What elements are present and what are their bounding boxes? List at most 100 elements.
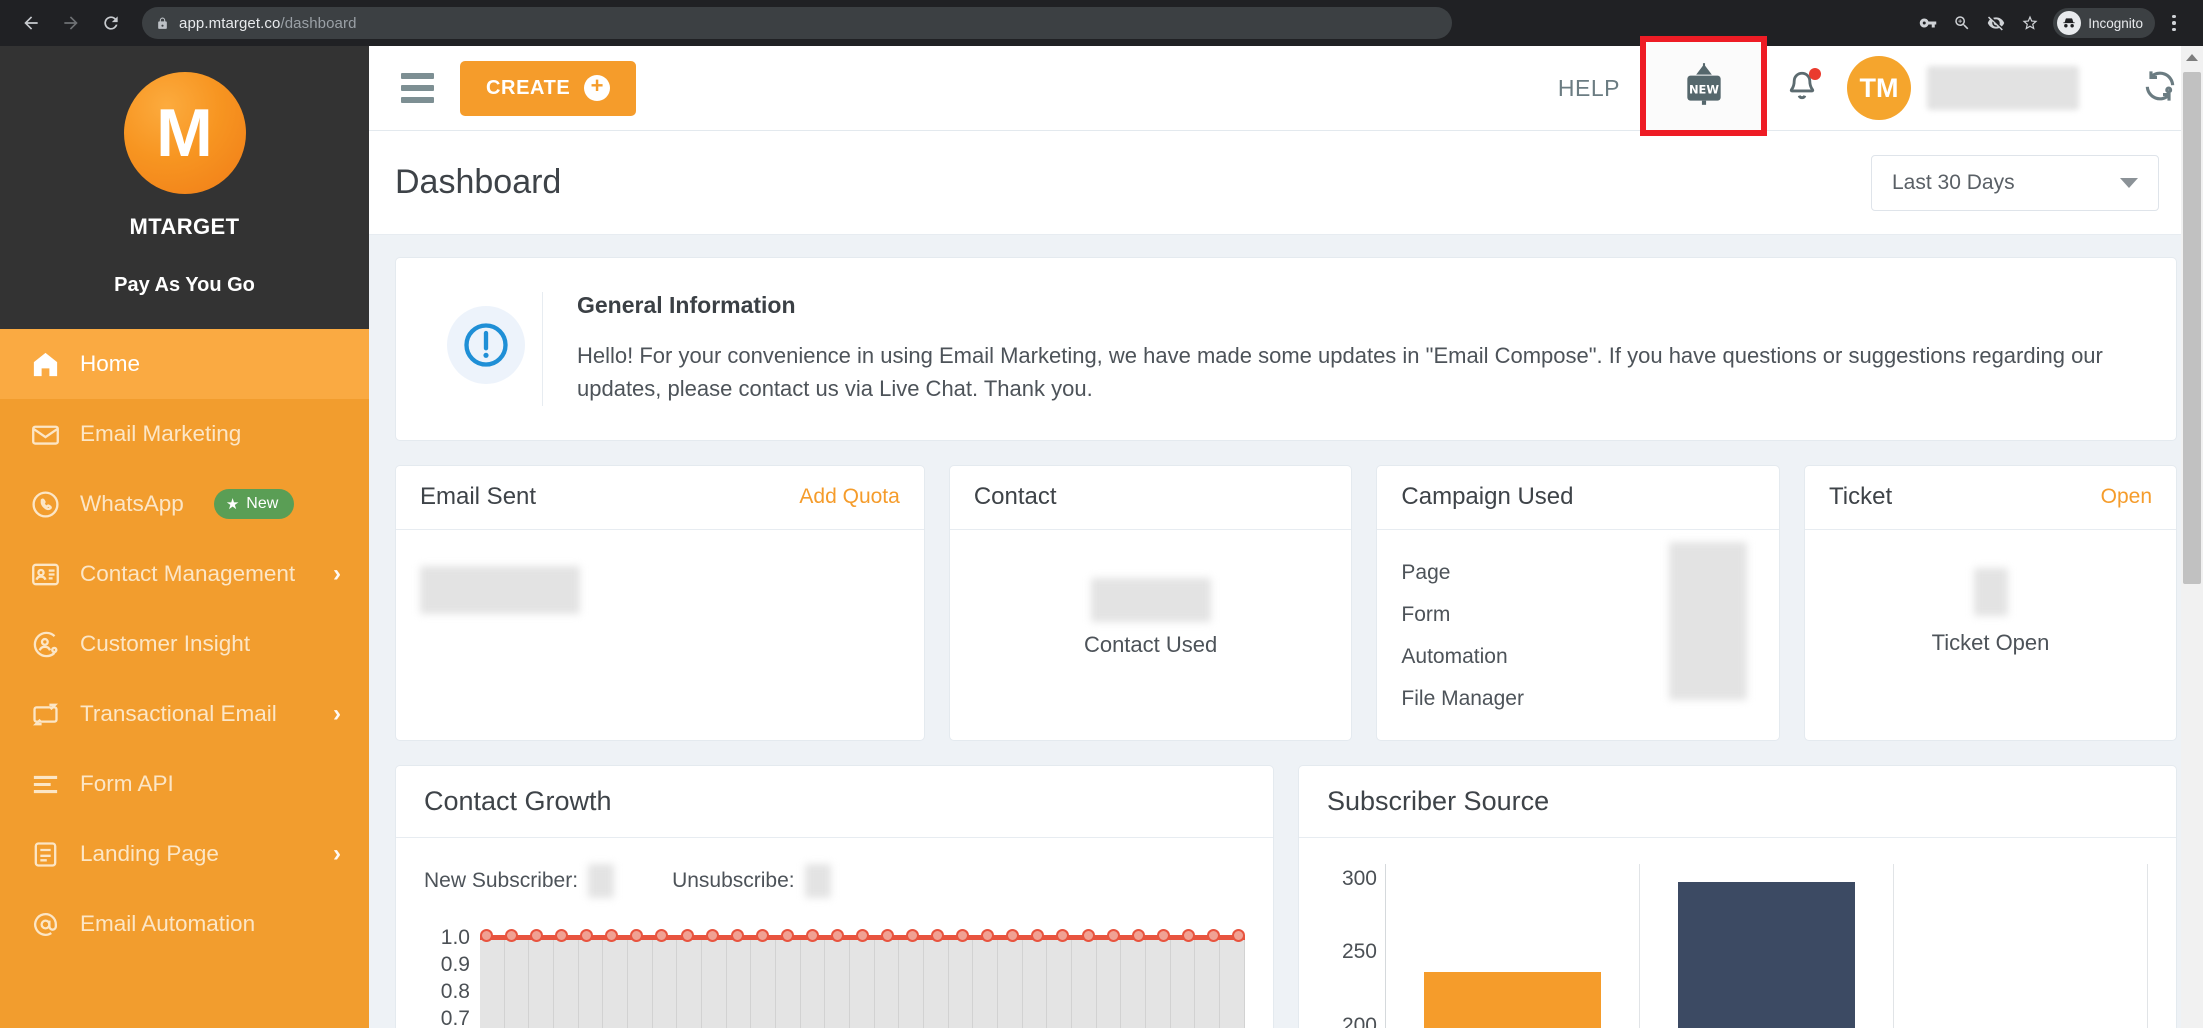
data-point <box>1131 928 1145 942</box>
new-sign-icon[interactable]: NEW <box>1679 59 1729 114</box>
url-text: app.mtarget.co/dashboard <box>179 15 357 32</box>
sync-refresh-button[interactable] <box>2141 67 2179 110</box>
card-title: Ticket <box>1829 483 1893 511</box>
page-header: Dashboard Last 30 Days <box>369 131 2203 235</box>
browser-forward-button[interactable] <box>54 6 88 40</box>
create-button-label: CREATE <box>486 76 571 99</box>
kebab-menu-icon[interactable] <box>2159 8 2189 38</box>
browser-back-button[interactable] <box>14 6 48 40</box>
gridline <box>899 935 925 1028</box>
incognito-label: Incognito <box>2088 15 2143 31</box>
contact-growth-chart: New Subscriber: Unsubscribe: 1.0 0.9 0.8… <box>396 838 1273 1028</box>
card-body: Ticket Open <box>1805 530 2176 740</box>
data-point <box>705 928 719 942</box>
sidebar-badge-label: New <box>246 495 279 512</box>
gridline <box>949 935 974 1028</box>
notification-bell-button[interactable] <box>1785 67 1821 108</box>
bar <box>1423 971 1602 1028</box>
sidebar-item-landing-page[interactable]: Landing Page › <box>0 819 369 889</box>
sidebar-account-block: M MTARGET Pay As You Go <box>0 46 369 329</box>
gridline <box>480 935 505 1028</box>
scrollbar-thumb[interactable] <box>2183 72 2201 584</box>
data-point <box>580 928 594 942</box>
gridline <box>825 935 851 1028</box>
sidebar-item-home[interactable]: Home <box>0 329 369 399</box>
sidebar-item-whatsapp[interactable]: WhatsApp ★ New <box>0 469 369 539</box>
browser-reload-button[interactable] <box>94 6 128 40</box>
y-tick: 1.0 <box>440 925 470 949</box>
create-button[interactable]: CREATE + <box>460 60 637 116</box>
gridline <box>1097 935 1122 1028</box>
card-title: Campaign Used <box>1401 483 1574 511</box>
chevron-right-icon: › <box>333 840 341 867</box>
data-point <box>1006 928 1020 942</box>
eye-slash-icon[interactable] <box>1981 8 2011 38</box>
email-sent-card: Email Sent Add Quota <box>395 464 925 741</box>
legend-value-redacted <box>588 863 615 898</box>
campaign-values-redacted <box>1669 541 1748 700</box>
sidebar-item-form-api[interactable]: Form API <box>0 749 369 819</box>
incognito-icon <box>2057 11 2082 35</box>
gridline <box>776 935 801 1028</box>
gridline <box>1121 935 1147 1028</box>
card-title: Email Sent <box>420 483 537 511</box>
sidebar-item-email-marketing[interactable]: Email Marketing <box>0 399 369 469</box>
general-info-title: General Information <box>577 292 796 318</box>
bookmark-star-icon[interactable] <box>2015 8 2045 38</box>
ticket-open-link[interactable]: Open <box>2101 485 2152 509</box>
sidebar-item-email-automation[interactable]: Email Automation <box>0 889 369 959</box>
stat-cards-row: Email Sent Add Quota Contact Contact Use… <box>395 464 2177 741</box>
new-feature-highlight-box: NEW <box>1640 36 1767 136</box>
gridlines <box>480 935 1245 1028</box>
zoom-icon[interactable] <box>1947 8 1977 38</box>
contact-used-label: Contact Used <box>1083 631 1218 657</box>
chevron-down-icon <box>2120 177 2138 188</box>
help-link[interactable]: HELP <box>1558 75 1620 102</box>
app-topbar: MTARGET.co CREATE + HELP NEW <box>0 36 2203 136</box>
hamburger-icon[interactable] <box>401 73 434 103</box>
subscriber-source-chart: 300 250 200 <box>1299 838 2176 1028</box>
gridline <box>727 935 752 1028</box>
scroll-up-arrow-icon[interactable] <box>2181 46 2203 68</box>
sidebar-menu: Home Email Marketing WhatsApp ★ New Cont… <box>0 329 369 1028</box>
card-body: Contact Used <box>950 530 1352 740</box>
sidebar-item-label: Home <box>80 351 141 376</box>
chevron-right-icon: › <box>333 700 341 727</box>
dashboard-content: General Information Hello! For your conv… <box>369 235 2203 1028</box>
y-tick: 250 <box>1341 940 1377 964</box>
card-title: Subscriber Source <box>1327 785 1550 816</box>
incognito-indicator[interactable]: Incognito <box>2053 8 2155 38</box>
date-range-select[interactable]: Last 30 Days <box>1871 154 2159 211</box>
gridline <box>801 935 826 1028</box>
gridline <box>554 935 579 1028</box>
data-point <box>805 928 819 942</box>
gridline <box>653 935 678 1028</box>
sidebar-item-transactional-email[interactable]: Transactional Email › <box>0 679 369 749</box>
data-point <box>680 928 694 942</box>
page-title: Dashboard <box>395 163 562 201</box>
sidebar-item-customer-insight[interactable]: Customer Insight <box>0 609 369 679</box>
gridline <box>998 935 1023 1028</box>
data-point <box>1206 928 1220 942</box>
page-scrollbar[interactable] <box>2181 46 2203 1028</box>
url-path: /dashboard <box>280 14 357 32</box>
email-sent-value-redacted <box>420 565 580 614</box>
sidebar-item-contact-management[interactable]: Contact Management › <box>0 539 369 609</box>
transactional-email-icon <box>28 697 62 731</box>
user-avatar[interactable]: TM <box>1847 56 1911 120</box>
legend-unsubscribe: Unsubscribe: <box>672 863 831 898</box>
password-key-icon[interactable] <box>1913 8 1943 38</box>
data-point <box>530 928 544 942</box>
gridline <box>850 935 875 1028</box>
card-header: Ticket Open <box>1805 466 2176 530</box>
bar-slot <box>1894 863 2148 1028</box>
browser-address-bar[interactable]: app.mtarget.co/dashboard <box>142 7 1452 39</box>
gridline <box>1072 935 1097 1028</box>
ticket-open-label: Ticket Open <box>1931 629 2050 655</box>
data-point <box>1031 928 1045 942</box>
gridline <box>1023 935 1048 1028</box>
data-point <box>1231 928 1245 942</box>
add-quota-link[interactable]: Add Quota <box>799 485 899 509</box>
card-header: Email Sent Add Quota <box>396 466 924 530</box>
gridline <box>1047 935 1073 1028</box>
